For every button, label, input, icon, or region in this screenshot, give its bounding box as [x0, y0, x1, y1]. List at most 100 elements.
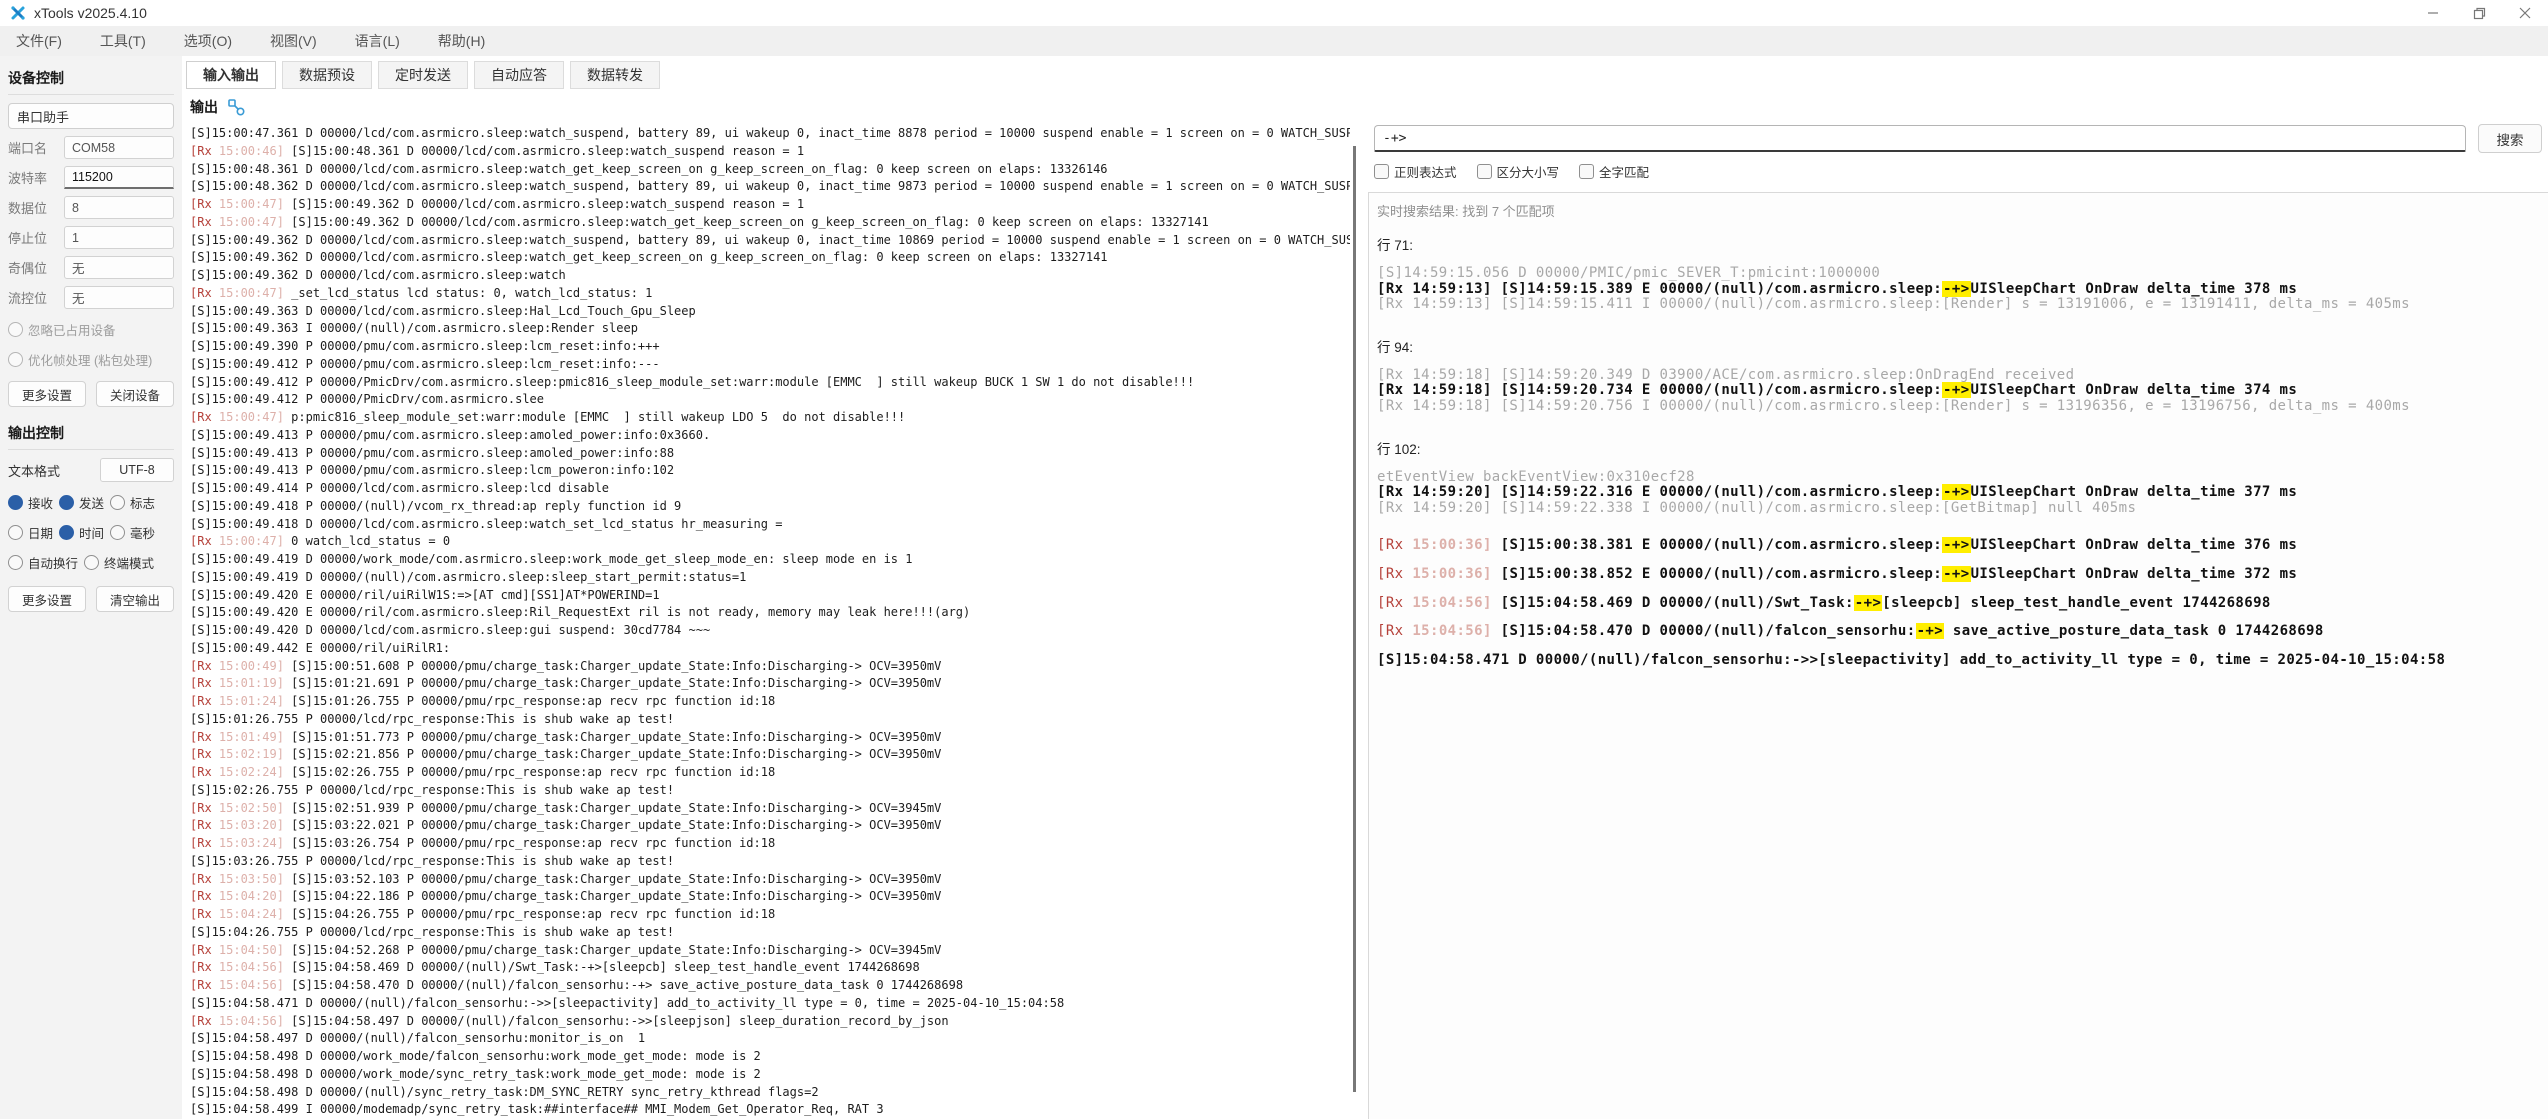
tab-0[interactable]: 输入输出 — [186, 61, 276, 89]
search-option-2[interactable]: 全字匹配 — [1579, 162, 1649, 181]
log-line: [S]15:00:49.418 D 00000/lcd/com.asrmicro… — [190, 516, 1350, 534]
field-input-3[interactable]: 1 — [64, 226, 174, 249]
log-line: [S]15:00:49.413 P 00000/pmu/com.asrmicro… — [190, 462, 1350, 480]
tab-4[interactable]: 数据转发 — [570, 61, 660, 89]
output-checkbox-0-0[interactable]: 接收 — [8, 493, 53, 512]
log-text: [S]15:00:49.418 D 00000/lcd/com.asrmicro… — [190, 517, 782, 531]
log-line: [Rx 15:01:24] [S]15:01:26.755 P 00000/pm… — [190, 693, 1350, 711]
output-checkbox-0-1[interactable]: 发送 — [59, 493, 104, 512]
field-row-0: 端口名COM58 — [8, 136, 174, 159]
flow-icon[interactable] — [227, 98, 246, 117]
minimize-button[interactable] — [2410, 0, 2456, 26]
output-checkbox-2-1[interactable]: 终端模式 — [84, 553, 154, 572]
checkbox-checked[interactable] — [59, 525, 74, 540]
field-input-1[interactable]: 115200 — [64, 166, 174, 189]
log-text: [S]15:04:26.755 P 00000/lcd/rpc_response… — [190, 925, 674, 939]
checkbox-unchecked[interactable] — [84, 555, 99, 570]
device-checkbox-0[interactable]: 忽略已占用设备 — [8, 320, 116, 339]
device-type-select[interactable]: 串口助手 — [8, 103, 174, 129]
output-checkbox-1-1[interactable]: 时间 — [59, 523, 104, 542]
log-line: [Rx 15:00:47] _set_lcd_status lcd status… — [190, 285, 1350, 303]
output-button-1[interactable]: 清空输出 — [96, 586, 174, 612]
sidebar: 设备控制 串口助手 端口名COM58波特率115200数据位8停止位1奇偶位无流… — [0, 56, 182, 1119]
device-button-1[interactable]: 关闭设备 — [96, 381, 174, 407]
search-row: 搜索 — [1374, 124, 2542, 153]
menu-item-2[interactable]: 选项(O) — [184, 31, 232, 51]
log-line: [Rx 15:02:24] [S]15:02:26.755 P 00000/pm… — [190, 764, 1350, 782]
main-panel: 输入输出数据预设定时发送自动应答数据转发 输出 [S]15:00:47.361 … — [182, 56, 1368, 1119]
log-text: [S]15:04:52.268 P 00000/pmu/charge_task:… — [291, 943, 941, 957]
menu-item-0[interactable]: 文件(F) — [16, 31, 62, 51]
field-input-4[interactable]: 无 — [64, 256, 174, 279]
field-input-5[interactable]: 无 — [64, 286, 174, 309]
checkbox-label: 接收 — [28, 493, 53, 512]
checkbox-unchecked[interactable] — [8, 352, 23, 367]
tab-2[interactable]: 定时发送 — [378, 61, 468, 89]
log-text: [S]15:02:26.755 P 00000/pmu/rpc_response… — [291, 765, 775, 779]
output-checkbox-1-0[interactable]: 日期 — [8, 523, 53, 542]
log-line: [Rx 15:04:56] [S]15:04:58.497 D 00000/(n… — [190, 1013, 1350, 1031]
field-input-2[interactable]: 8 — [64, 196, 174, 219]
rx-prefix: [Rx 15:01:49] — [190, 730, 291, 744]
log-text: [S]15:02:51.939 P 00000/pmu/charge_task:… — [291, 801, 941, 815]
log-text: [S]15:01:51.773 P 00000/pmu/charge_task:… — [291, 730, 941, 744]
output-checkbox-2-0[interactable]: 自动换行 — [8, 553, 78, 572]
checkbox-unchecked[interactable] — [8, 555, 23, 570]
output-button-0[interactable]: 更多设置 — [8, 586, 86, 612]
output-checkbox-0-2[interactable]: 标志 — [110, 493, 155, 512]
checkbox-unchecked[interactable] — [110, 525, 125, 540]
field-input-0[interactable]: COM58 — [64, 136, 174, 159]
output-checkbox-1-2[interactable]: 毫秒 — [110, 523, 155, 542]
device-fields: 端口名COM58波特率115200数据位8停止位1奇偶位无流控位无 — [8, 136, 174, 309]
menu-item-3[interactable]: 视图(V) — [270, 31, 317, 51]
menu-item-4[interactable]: 语言(L) — [355, 31, 400, 51]
search-button[interactable]: 搜索 — [2478, 124, 2542, 153]
log-line: [S]15:00:49.418 P 00000/(null)/vcom_rx_t… — [190, 498, 1350, 516]
search-option-1[interactable]: 区分大小写 — [1477, 162, 1560, 181]
log-line: [S]15:00:49.413 P 00000/pmu/com.asrmicro… — [190, 445, 1350, 463]
checkbox-checked[interactable] — [8, 495, 23, 510]
match-post: UISleepChart OnDraw delta_time 372 ms — [1971, 566, 2298, 582]
checkbox-unchecked[interactable] — [8, 525, 23, 540]
log-output[interactable]: [S]15:00:47.361 D 00000/lcd/com.asrmicro… — [190, 125, 1350, 1119]
log-line: [Rx 15:04:56] [S]15:04:58.470 D 00000/(n… — [190, 977, 1350, 995]
match-post: [sleepcb] sleep_test_handle_event 174426… — [1882, 595, 2270, 611]
search-panel: 搜索 正则表达式区分大小写全字匹配 实时搜索结果: 找到 7 个匹配项 行 71… — [1368, 56, 2548, 1119]
divider — [8, 94, 174, 95]
search-option-0[interactable]: 正则表达式 — [1374, 162, 1457, 181]
checkbox-unchecked[interactable] — [1477, 164, 1492, 179]
checkbox-unchecked[interactable] — [110, 495, 125, 510]
device-checkbox-1[interactable]: 优化帧处理 (粘包处理) — [8, 350, 152, 369]
log-text: [S]15:00:48.361 D 00000/lcd/com.asrmicro… — [190, 162, 1108, 176]
search-input[interactable] — [1374, 125, 2466, 152]
log-line: [Rx 15:03:24] [S]15:03:26.754 P 00000/pm… — [190, 835, 1350, 853]
log-line: [S]15:00:48.361 D 00000/lcd/com.asrmicro… — [190, 161, 1350, 179]
close-button[interactable] — [2502, 0, 2548, 26]
search-result-status: 实时搜索结果: 找到 7 个匹配项 — [1377, 201, 2548, 220]
tab-3[interactable]: 自动应答 — [474, 61, 564, 89]
rx-prefix: [Rx 15:04:56] — [190, 960, 291, 974]
log-line: [S]15:04:58.498 D 00000/(null)/sync_retr… — [190, 1084, 1350, 1102]
checkbox-unchecked[interactable] — [8, 322, 23, 337]
log-line: [S]15:04:58.497 D 00000/(null)/falcon_se… — [190, 1030, 1350, 1048]
menu-item-5[interactable]: 帮助(H) — [438, 31, 485, 51]
log-text: [S]15:00:47.361 D 00000/lcd/com.asrmicro… — [190, 126, 1350, 140]
restore-button[interactable] — [2456, 0, 2502, 26]
checkbox-unchecked[interactable] — [1374, 164, 1389, 179]
result-line-match: [Rx 14:59:13] [S]14:59:15.389 E 00000/(n… — [1377, 282, 2548, 298]
result-group-header-2: 行 102: — [1377, 438, 2548, 458]
log-scrollbar[interactable] — [1353, 146, 1356, 1092]
checkbox-checked[interactable] — [59, 495, 74, 510]
log-text: [S]15:04:26.755 P 00000/pmu/rpc_response… — [291, 907, 775, 921]
tab-1[interactable]: 数据预设 — [282, 61, 372, 89]
log-text: [S]15:00:49.362 D 00000/lcd/com.asrmicro… — [291, 215, 1209, 229]
log-line: [S]15:00:49.420 D 00000/lcd/com.asrmicro… — [190, 622, 1350, 640]
text-format-select[interactable]: UTF-8 — [100, 458, 174, 482]
menu-item-1[interactable]: 工具(T) — [100, 31, 146, 51]
log-line: [Rx 15:00:47] [S]15:00:49.362 D 00000/lc… — [190, 196, 1350, 214]
device-button-0[interactable]: 更多设置 — [8, 381, 86, 407]
log-text: [S]15:00:49.412 P 00000/PmicDrv/com.asrm… — [190, 375, 1194, 389]
rx-prefix: [Rx 15:00:36] — [1377, 537, 1501, 553]
checkbox-unchecked[interactable] — [1579, 164, 1594, 179]
log-text: 0 watch_lcd_status = 0 — [291, 534, 450, 548]
